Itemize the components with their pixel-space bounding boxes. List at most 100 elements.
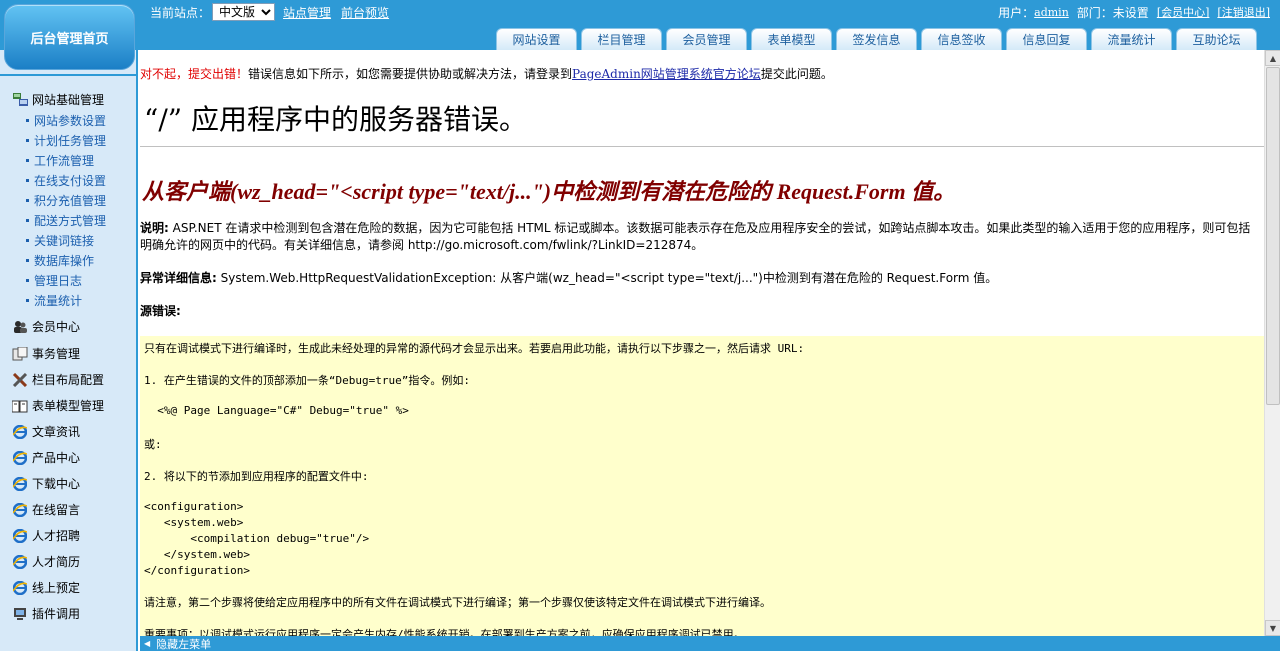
site-manage-link[interactable]: 站点管理 xyxy=(283,4,331,21)
bullet-icon xyxy=(26,119,29,122)
sidebar-group-column-layout[interactable]: 栏目布局配置 xyxy=(12,371,104,388)
logout-link[interactable]: [注销退出] xyxy=(1217,4,1270,20)
tab-column-manage[interactable]: 栏目管理 xyxy=(581,28,662,50)
code-line: <system.web> xyxy=(144,516,244,529)
sidebar-item-workflow[interactable]: 工作流管理 xyxy=(26,152,94,169)
top-bar: 当前站点： 中文版 站点管理 前台预览 用户： admin 部门：未设置 [会员… xyxy=(0,0,1280,50)
main-content: 对不起，提交出错！错误信息如下所示，如您需要提供协助或解决方法，请登录到Page… xyxy=(140,50,1264,636)
sidebar-group-label: 下载中心 xyxy=(32,477,81,491)
sidebar-group-recruit[interactable]: 人才招聘 xyxy=(12,527,80,544)
sidebar-item-label: 关键词链接 xyxy=(34,234,95,248)
code-line: 或: xyxy=(144,438,162,451)
sidebar-item-database[interactable]: 数据库操作 xyxy=(26,252,94,269)
ie-icon xyxy=(12,528,28,543)
sidebar-group-label: 插件调用 xyxy=(32,607,81,621)
sidebar-item-label: 配送方式管理 xyxy=(34,214,107,228)
error-notice: 对不起，提交出错！错误信息如下所示，如您需要提供协助或解决方法，请登录到Page… xyxy=(140,65,833,82)
tab-member-manage[interactable]: 会员管理 xyxy=(666,28,747,50)
hide-menu-link[interactable]: 隐藏左菜单 xyxy=(156,636,211,651)
admin-home-button[interactable]: 后台管理首页 xyxy=(4,4,135,70)
tab-site-settings[interactable]: 网站设置 xyxy=(496,28,577,50)
notice-tail: 提交此问题。 xyxy=(760,67,833,81)
sidebar-item-traffic-stats[interactable]: 流量统计 xyxy=(26,292,82,309)
form-book-icon xyxy=(12,399,28,413)
site-tree-icon xyxy=(12,93,28,107)
sidebar-item-label: 网站参数设置 xyxy=(34,114,107,128)
main-tabs: 网站设置 栏目管理 会员管理 表单模型 签发信息 信息签收 信息回复 流量统计 … xyxy=(496,28,1261,50)
user-info: 用户： admin 部门：未设置 [会员中心] [注销退出] xyxy=(998,3,1270,21)
tab-issue-info[interactable]: 签发信息 xyxy=(836,28,917,50)
dept-text: 部门：未设置 xyxy=(1076,5,1149,20)
sidebar-group-booking[interactable]: 线上预定 xyxy=(12,579,80,596)
error-subtitle: 从客户端(wz_head="<script type="text/j...")中… xyxy=(142,179,956,204)
code-line: 只有在调试模式下进行编译时，生成此未经处理的异常的源代码才会显示出来。若要启用此… xyxy=(144,342,805,355)
scrollbar-thumb[interactable] xyxy=(1266,67,1280,405)
ie-icon xyxy=(12,580,28,595)
bullet-icon xyxy=(26,159,29,162)
description-paragraph: 说明: ASP.NET 在请求中检测到包含潜在危险的数据，因为它可能包括 HTM… xyxy=(140,220,1260,254)
sidebar-item-site-params[interactable]: 网站参数设置 xyxy=(26,112,106,129)
bullet-icon xyxy=(26,239,29,242)
code-line: </configuration> xyxy=(144,564,250,577)
site-select[interactable]: 中文版 xyxy=(212,3,276,21)
member-center-link[interactable]: [会员中心] xyxy=(1157,4,1210,20)
code-line: 1. 在产生错误的文件的顶部添加一条“Debug=true”指令。例如: xyxy=(144,374,470,387)
code-line: 重要事项：以调试模式运行应用程序一定会产生内存/性能系统开销。在部署到生产方案之… xyxy=(144,628,745,636)
exception-text: System.Web.HttpRequestValidationExceptio… xyxy=(220,271,998,285)
sidebar-group-label: 人才简历 xyxy=(32,555,81,569)
user-name-link[interactable]: admin xyxy=(1034,6,1069,19)
sidebar-item-points-recharge[interactable]: 积分充值管理 xyxy=(26,192,106,209)
sidebar-group-affairs[interactable]: 事务管理 xyxy=(12,345,80,362)
tab-info-receive[interactable]: 信息签收 xyxy=(921,28,1002,50)
sidebar-group-messages[interactable]: 在线留言 xyxy=(12,501,80,518)
sidebar-item-label: 数据库操作 xyxy=(34,254,95,268)
sidebar: 网站基础管理 网站参数设置 计划任务管理 工作流管理 在线支付设置 积分充值管理… xyxy=(0,50,138,651)
sidebar-group-resumes[interactable]: 人才简历 xyxy=(12,553,80,570)
source-code-box: 只有在调试模式下进行编译时，生成此未经处理的异常的源代码才会显示出来。若要启用此… xyxy=(140,336,1264,636)
preview-link[interactable]: 前台预览 xyxy=(341,4,389,21)
tab-form-model[interactable]: 表单模型 xyxy=(751,28,832,50)
forum-link[interactable]: PageAdmin网站管理系统官方论坛 xyxy=(572,67,761,81)
tab-forum[interactable]: 互助论坛 xyxy=(1176,28,1257,50)
sidebar-group-label: 栏目布局配置 xyxy=(32,373,105,387)
tab-info-reply[interactable]: 信息回复 xyxy=(1006,28,1087,50)
page-title: “/” 应用程序中的服务器错误。 xyxy=(144,103,527,136)
sidebar-group-label: 会员中心 xyxy=(32,320,81,334)
sidebar-item-keyword-links[interactable]: 关键词链接 xyxy=(26,232,94,249)
sidebar-group-label: 文章资讯 xyxy=(32,425,81,439)
sidebar-item-admin-log[interactable]: 管理日志 xyxy=(26,272,82,289)
scroll-up-icon[interactable]: ▲ xyxy=(1265,50,1280,66)
plugin-icon xyxy=(12,607,28,621)
sidebar-group-label: 事务管理 xyxy=(32,347,81,361)
description-text: ASP.NET 在请求中检测到包含潜在危险的数据，因为它可能包括 HTML 标记… xyxy=(140,221,1251,252)
affairs-icon xyxy=(12,346,28,361)
bullet-icon xyxy=(26,259,29,262)
sidebar-group-site-base[interactable]: 网站基础管理 xyxy=(12,91,104,108)
tab-traffic-stats[interactable]: 流量统计 xyxy=(1091,28,1172,50)
sidebar-group-plugins[interactable]: 插件调用 xyxy=(12,605,80,622)
sidebar-group-label: 人才招聘 xyxy=(32,529,81,543)
sidebar-item-scheduled-tasks[interactable]: 计划任务管理 xyxy=(26,132,106,149)
bullet-icon xyxy=(26,199,29,202)
sidebar-group-member-center[interactable]: 会员中心 xyxy=(12,318,80,335)
sidebar-group-label: 线上预定 xyxy=(32,581,81,595)
bullet-icon xyxy=(26,139,29,142)
code-line: 2. 将以下的节添加到应用程序的配置文件中: xyxy=(144,470,369,483)
sidebar-item-online-payment[interactable]: 在线支付设置 xyxy=(26,172,106,189)
sidebar-group-label: 表单模型管理 xyxy=(32,399,105,413)
sidebar-group-downloads[interactable]: 下载中心 xyxy=(12,475,80,492)
sidebar-group-form-model[interactable]: 表单模型管理 xyxy=(12,397,104,414)
ie-icon xyxy=(12,476,28,491)
sidebar-item-label: 流量统计 xyxy=(34,294,83,308)
sidebar-group-products[interactable]: 产品中心 xyxy=(12,449,80,466)
sidebar-group-articles[interactable]: 文章资讯 xyxy=(12,423,80,440)
scroll-down-icon[interactable]: ▼ xyxy=(1265,620,1280,636)
sidebar-group-label: 在线留言 xyxy=(32,503,81,517)
code-line: 请注意，第二个步骤将使给定应用程序中的所有文件在调试模式下进行编译；第一个步骤仅… xyxy=(144,596,771,609)
sidebar-item-label: 在线支付设置 xyxy=(34,174,107,188)
code-line: <compilation debug="true"/> xyxy=(144,532,370,545)
ie-icon xyxy=(12,450,28,465)
sidebar-item-label: 工作流管理 xyxy=(34,154,95,168)
vertical-scrollbar[interactable]: ▲ ▼ xyxy=(1264,50,1280,636)
sidebar-item-delivery[interactable]: 配送方式管理 xyxy=(26,212,106,229)
